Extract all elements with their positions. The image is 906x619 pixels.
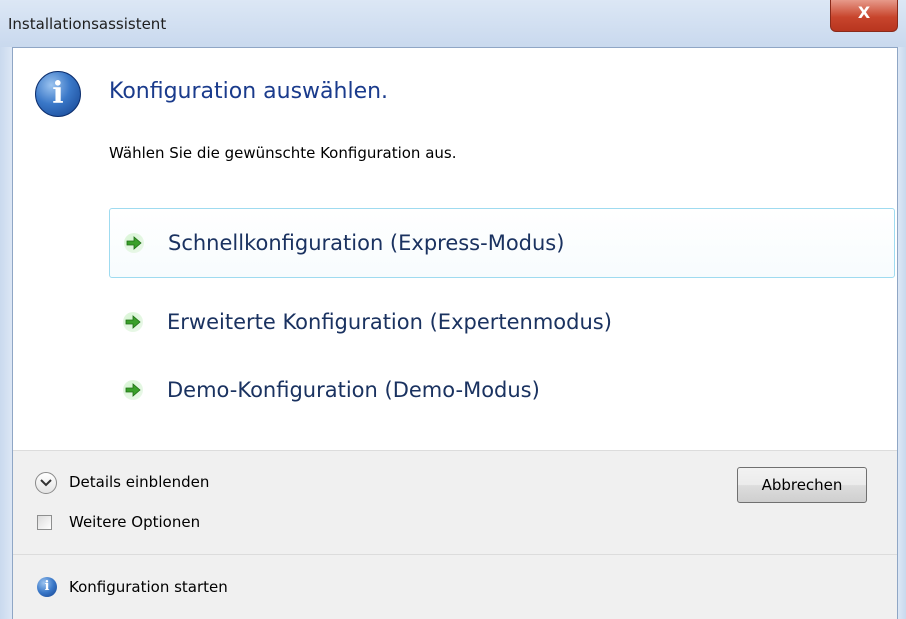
window-title: Installationsassistent	[8, 15, 167, 33]
details-toggle-button[interactable]	[35, 472, 57, 494]
option-label: Schnellkonfiguration (Express-Modus)	[168, 231, 565, 255]
title-bar: Installationsassistent X	[0, 0, 906, 47]
information-icon: i	[37, 577, 57, 597]
cancel-button[interactable]: Abbrechen	[737, 467, 867, 503]
option-schnellkonfiguration[interactable]: Schnellkonfiguration (Express-Modus)	[109, 208, 895, 278]
green-arrow-icon	[124, 233, 144, 253]
window-frame-right	[898, 47, 906, 619]
chevron-down-icon	[40, 479, 52, 487]
option-label: Demo-Konfiguration (Demo-Modus)	[167, 378, 540, 402]
dialog-instruction: Wählen Sie die gewünschte Konfiguration …	[109, 144, 457, 162]
dialog-footer: i Konfiguration starten	[13, 554, 897, 619]
option-demo-konfiguration[interactable]: Demo-Konfiguration (Demo-Modus)	[109, 356, 895, 426]
weitere-optionen-label[interactable]: Weitere Optionen	[69, 513, 200, 531]
details-toggle-label[interactable]: Details einblenden	[69, 473, 209, 491]
footer-label: Konfiguration starten	[69, 578, 228, 596]
option-label: Erweiterte Konfiguration (Expertenmodus)	[167, 310, 612, 334]
weitere-optionen-checkbox[interactable]	[37, 515, 52, 530]
green-arrow-icon	[123, 380, 143, 400]
dialog-content: i Konfiguration auswählen. Wählen Sie di…	[12, 47, 898, 619]
option-erweiterte-konfiguration[interactable]: Erweiterte Konfiguration (Expertenmodus)	[109, 288, 895, 358]
information-icon: i	[35, 71, 81, 117]
green-arrow-icon	[123, 312, 143, 332]
dialog-heading: Konfiguration auswählen.	[109, 79, 389, 104]
window-frame-left	[0, 47, 12, 619]
close-button[interactable]: X	[830, 0, 898, 32]
dialog-bottom-area: Details einblenden Weitere Optionen Abbr…	[13, 450, 897, 555]
close-icon: X	[857, 3, 871, 22]
